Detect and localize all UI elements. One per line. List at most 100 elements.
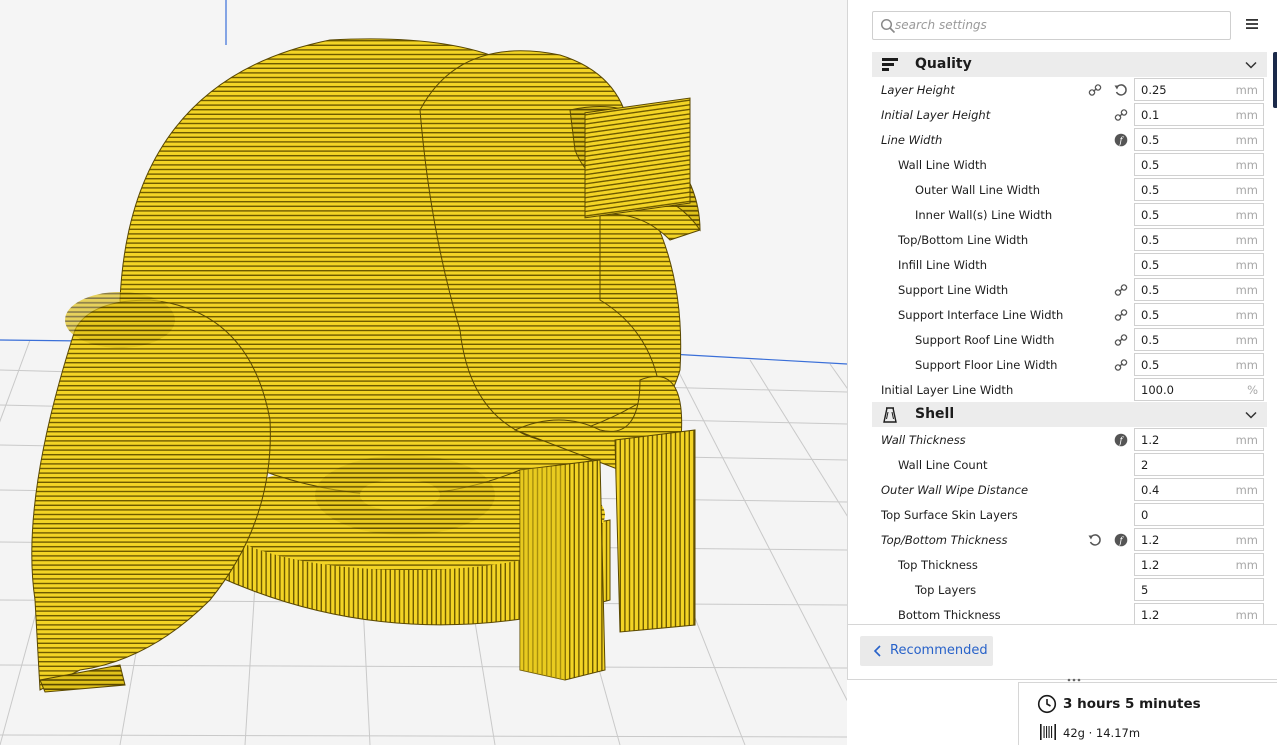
footer-divider bbox=[848, 624, 1277, 625]
setting-wall-thickness: Wall Thickness f 1.2 mm bbox=[872, 427, 1267, 452]
search-input[interactable]: search settings bbox=[872, 11, 1231, 40]
setting-value: 0.5 bbox=[1141, 208, 1160, 222]
setting-input[interactable]: 1.2 mm bbox=[1134, 428, 1264, 451]
hamburger-menu-icon[interactable] bbox=[1245, 17, 1259, 31]
setting-value: 0.5 bbox=[1141, 283, 1160, 297]
setting-input[interactable]: 0.5 mm bbox=[1134, 328, 1264, 351]
setting-input[interactable]: 0.5 mm bbox=[1134, 278, 1264, 301]
link-icon[interactable] bbox=[1114, 107, 1128, 121]
setting-unit: mm bbox=[1235, 308, 1258, 322]
category-quality[interactable]: Quality bbox=[872, 52, 1267, 77]
clock-icon bbox=[1037, 694, 1057, 714]
reset-icon[interactable] bbox=[1088, 532, 1102, 546]
setting-input[interactable]: 0.1 mm bbox=[1134, 103, 1264, 126]
setting-outer-wall-wipe-distance: Outer Wall Wipe Distance 0.4 mm bbox=[872, 477, 1267, 502]
setting-input[interactable]: 0.5 mm bbox=[1134, 203, 1264, 226]
setting-input[interactable]: 0.5 mm bbox=[1134, 228, 1264, 251]
setting-input[interactable]: 2 bbox=[1134, 453, 1264, 476]
setting-icons bbox=[1107, 307, 1128, 321]
setting-unit: mm bbox=[1235, 233, 1258, 247]
setting-input[interactable]: 0.5 mm bbox=[1134, 153, 1264, 176]
material-usage: 42g · 14.17m bbox=[1063, 726, 1141, 740]
setting-label: Support Floor Line Width bbox=[915, 358, 1058, 372]
setting-label: Initial Layer Height bbox=[881, 108, 991, 122]
setting-support-interface-line-width: Support Interface Line Width 0.5 mm bbox=[872, 302, 1267, 327]
setting-infill-line-width: Infill Line Width 0.5 mm bbox=[872, 252, 1267, 277]
setting-input[interactable]: 1.2 mm bbox=[1134, 553, 1264, 576]
chevron-down-icon bbox=[1245, 411, 1257, 419]
setting-input[interactable]: 1.2 mm bbox=[1134, 603, 1264, 624]
setting-input[interactable]: 0.5 mm bbox=[1134, 303, 1264, 326]
reset-icon[interactable] bbox=[1114, 82, 1128, 96]
setting-value: 0.1 bbox=[1141, 108, 1160, 122]
setting-input[interactable]: 0 bbox=[1134, 503, 1264, 526]
setting-label: Outer Wall Wipe Distance bbox=[881, 483, 1029, 497]
function-icon[interactable]: f bbox=[1114, 132, 1128, 147]
setting-label: Bottom Thickness bbox=[898, 608, 1001, 622]
setting-value: 0.5 bbox=[1141, 258, 1160, 272]
setting-label: Wall Line Width bbox=[898, 158, 987, 172]
link-icon[interactable] bbox=[1114, 332, 1128, 346]
setting-label: Support Line Width bbox=[898, 283, 1009, 297]
search-placeholder: search settings bbox=[895, 18, 987, 32]
setting-input[interactable]: 0.5 mm bbox=[1134, 253, 1264, 276]
setting-label: Outer Wall Line Width bbox=[915, 183, 1041, 197]
setting-unit: mm bbox=[1235, 133, 1258, 147]
setting-support-line-width: Support Line Width 0.5 mm bbox=[872, 277, 1267, 302]
setting-line-width: Line Width f 0.5 mm bbox=[872, 127, 1267, 152]
setting-input[interactable]: 100.0 % bbox=[1134, 378, 1264, 401]
build-plate-scene bbox=[0, 0, 847, 745]
setting-unit: mm bbox=[1235, 533, 1258, 547]
setting-inner-wall-line-width: Inner Wall(s) Line Width 0.5 mm bbox=[872, 202, 1267, 227]
link-icon[interactable] bbox=[1088, 82, 1102, 96]
setting-unit: mm bbox=[1235, 433, 1258, 447]
setting-input[interactable]: 0.5 mm bbox=[1134, 178, 1264, 201]
setting-label: Top Thickness bbox=[898, 558, 978, 572]
setting-unit: mm bbox=[1235, 258, 1258, 272]
setting-initial-layer-height: Initial Layer Height 0.1 mm bbox=[872, 102, 1267, 127]
setting-outer-wall-line-width: Outer Wall Line Width 0.5 mm bbox=[872, 177, 1267, 202]
spool-icon bbox=[1040, 724, 1056, 740]
function-icon[interactable]: f bbox=[1114, 432, 1128, 447]
setting-wall-line-count: Wall Line Count 2 bbox=[872, 452, 1267, 477]
setting-unit: mm bbox=[1235, 183, 1258, 197]
setting-value: 1.2 bbox=[1141, 433, 1160, 447]
shell-icon bbox=[883, 407, 897, 423]
setting-icons bbox=[1081, 82, 1128, 96]
setting-label: Top Layers bbox=[915, 583, 977, 597]
search-icon bbox=[880, 18, 896, 34]
setting-value: 1.2 bbox=[1141, 533, 1160, 547]
function-icon[interactable]: f bbox=[1114, 532, 1128, 547]
setting-unit: mm bbox=[1235, 483, 1258, 497]
setting-icons: f bbox=[1107, 132, 1128, 147]
setting-unit: mm bbox=[1235, 283, 1258, 297]
setting-label: Top Surface Skin Layers bbox=[881, 508, 1018, 522]
setting-input[interactable]: 5 bbox=[1134, 578, 1264, 601]
setting-top-bottom-thickness: Top/Bottom Thickness f 1.2 mm bbox=[872, 527, 1267, 552]
setting-input[interactable]: 0.5 mm bbox=[1134, 128, 1264, 151]
setting-label: Top/Bottom Line Width bbox=[898, 233, 1029, 247]
chevron-left-icon bbox=[873, 645, 881, 657]
setting-top-layers: Top Layers 5 bbox=[872, 577, 1267, 602]
setting-label: Inner Wall(s) Line Width bbox=[915, 208, 1053, 222]
setting-input[interactable]: 0.25 mm bbox=[1134, 78, 1264, 101]
setting-label: Support Interface Line Width bbox=[898, 308, 1064, 322]
setting-support-floor-line-width: Support Floor Line Width 0.5 mm bbox=[872, 352, 1267, 377]
link-icon[interactable] bbox=[1114, 282, 1128, 296]
link-icon[interactable] bbox=[1114, 307, 1128, 321]
setting-input[interactable]: 0.5 mm bbox=[1134, 353, 1264, 376]
recommended-button[interactable]: Recommended bbox=[860, 636, 993, 666]
settings-list[interactable]: Quality Layer Height 0.25 mm Initial Lay… bbox=[872, 52, 1267, 624]
category-shell[interactable]: Shell bbox=[872, 402, 1267, 427]
setting-input[interactable]: 0.4 mm bbox=[1134, 478, 1264, 501]
3d-viewport[interactable] bbox=[0, 0, 847, 745]
setting-wall-line-width: Wall Line Width 0.5 mm bbox=[872, 152, 1267, 177]
setting-icons bbox=[1107, 107, 1128, 121]
setting-value: 5 bbox=[1141, 583, 1149, 597]
setting-value: 0.5 bbox=[1141, 308, 1160, 322]
setting-input[interactable]: 1.2 mm bbox=[1134, 528, 1264, 551]
setting-value: 0.25 bbox=[1141, 83, 1167, 97]
setting-value: 0 bbox=[1141, 508, 1149, 522]
settings-scrollbar[interactable] bbox=[1273, 52, 1277, 108]
link-icon[interactable] bbox=[1114, 357, 1128, 371]
